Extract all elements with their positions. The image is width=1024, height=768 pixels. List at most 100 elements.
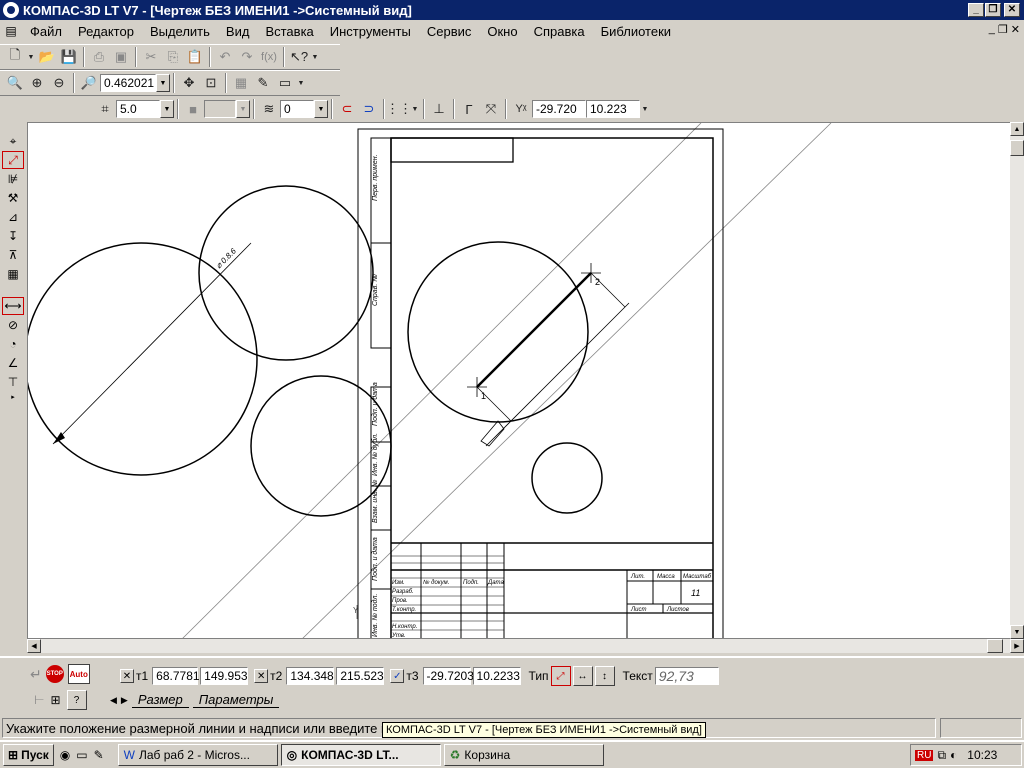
zoom-dropdown-icon[interactable]: ▼ xyxy=(156,74,170,92)
type-vertical-icon[interactable]: ↕ xyxy=(594,666,615,686)
save-icon[interactable]: 💾 xyxy=(58,46,80,68)
layer-input[interactable]: 0 xyxy=(280,100,314,118)
task-word[interactable]: W Лаб раб 2 - Micros... xyxy=(117,744,278,766)
local-cs-icon[interactable]: ⊥ xyxy=(428,98,450,120)
linear-dimension-icon[interactable]: ⟷ xyxy=(2,297,24,315)
tab-params[interactable]: Параметры xyxy=(192,692,280,708)
tab-next-icon[interactable]: ▶ xyxy=(121,695,128,706)
vertical-scrollbar[interactable]: ▲ ▼ xyxy=(1010,122,1024,639)
help-button[interactable]: ? xyxy=(66,690,87,710)
zoom-scale-icon[interactable]: 🔎 xyxy=(78,72,100,94)
mdi-minimize-icon[interactable]: _ xyxy=(989,23,995,36)
scroll-left-icon[interactable]: ◀ xyxy=(27,639,41,653)
grid-view-icon[interactable]: ⊞ xyxy=(50,693,60,707)
start-button[interactable]: ⊞ Пуск xyxy=(3,744,54,766)
menu-insert[interactable]: Вставка xyxy=(257,24,321,39)
spec-tools-icon[interactable]: ▦ xyxy=(2,265,24,283)
radial-dimension-icon[interactable]: ◔ xyxy=(2,335,24,353)
fix-object-icon[interactable]: ⊢ xyxy=(34,693,44,707)
grid-icon[interactable]: ⋮⋮ xyxy=(386,98,412,120)
menu-window[interactable]: Окно xyxy=(479,24,525,39)
t1-x-field[interactable]: 68.7781 xyxy=(152,667,200,685)
zoom-input[interactable]: 0.462021 xyxy=(100,74,156,92)
back-arrow-icon[interactable]: ↵ xyxy=(30,666,42,683)
function-icon[interactable]: f(x) xyxy=(258,46,280,68)
open-icon[interactable]: 📂 xyxy=(36,46,58,68)
height-dimension-icon[interactable]: ⊤ xyxy=(2,373,24,391)
magnet-icon[interactable]: ⊃ xyxy=(358,98,380,120)
vertical-scroll-thumb[interactable] xyxy=(1010,140,1024,156)
step-dropdown-icon[interactable]: ▼ xyxy=(160,100,174,118)
layer-combo[interactable]: 0 ▼ xyxy=(280,100,328,118)
toolbar-more-icon[interactable]: ▼ xyxy=(640,98,650,120)
more-tools-icon[interactable]: ▸ xyxy=(2,392,24,402)
auto-button[interactable]: Auto xyxy=(67,664,90,684)
new-dropdown-icon[interactable]: ▼ xyxy=(26,46,36,68)
zoom-combo[interactable]: 0.462021 ▼ xyxy=(100,74,170,92)
diameter-dimension-icon[interactable]: ⊘ xyxy=(2,316,24,334)
menu-view[interactable]: Вид xyxy=(218,24,258,39)
menu-select[interactable]: Выделить xyxy=(142,24,218,39)
paste-icon[interactable]: 📋 xyxy=(184,46,206,68)
style-icon[interactable]: ■ xyxy=(182,98,204,120)
menu-service[interactable]: Сервис xyxy=(419,24,480,39)
edit-tools-icon[interactable]: ⚒ xyxy=(2,189,24,207)
dimension-text-field[interactable]: 92,73 xyxy=(654,667,719,685)
scroll-down-icon[interactable]: ▼ xyxy=(1010,625,1024,639)
horizontal-scroll-thumb[interactable] xyxy=(987,639,1003,653)
cursor-snap-icon[interactable]: ⤧ xyxy=(480,98,502,120)
snap-icon[interactable]: ⊂ xyxy=(336,98,358,120)
t2-y-field[interactable]: 215.523 xyxy=(336,667,385,685)
parametric-tools-icon[interactable]: ⊿ xyxy=(2,208,24,226)
context-help-icon[interactable]: ↖? xyxy=(288,46,310,68)
step-input[interactable]: 5.0 xyxy=(116,100,160,118)
undo-icon[interactable]: ↶ xyxy=(214,46,236,68)
grid-dropdown-icon[interactable]: ▼ xyxy=(410,98,420,120)
cut-icon[interactable]: ✂ xyxy=(140,46,162,68)
kompas-app-icon[interactable] xyxy=(3,2,19,18)
print-icon[interactable]: ⎙ xyxy=(88,46,110,68)
document-icon[interactable]: ▤ xyxy=(0,22,22,40)
step-combo[interactable]: 5.0 ▼ xyxy=(116,100,174,118)
t2-lock-icon[interactable]: ✕ xyxy=(254,669,269,683)
t1-y-field[interactable]: 149.953 xyxy=(200,667,249,685)
t3-y-field[interactable]: 10.2233 xyxy=(472,667,521,685)
task-kompas[interactable]: ◎ КОМПАС-3D LT... xyxy=(280,744,441,766)
drawing-canvas[interactable]: Перв. примен. Справ. № Подп. и дата Инв.… xyxy=(27,122,1011,639)
scroll-up-icon[interactable]: ▲ xyxy=(1010,122,1024,136)
pan-icon[interactable]: ✥ xyxy=(178,72,200,94)
dimensions-tools-icon[interactable]: ⤢ xyxy=(2,151,24,169)
display-mode-icon[interactable]: ▭ xyxy=(274,72,296,94)
type-horizontal-icon[interactable]: ↔ xyxy=(572,666,593,686)
minimize-button[interactable]: _ xyxy=(968,3,984,17)
style-combo[interactable]: ▼ xyxy=(204,100,250,118)
t2-x-field[interactable]: 134.348 xyxy=(286,667,335,685)
refresh-icon[interactable]: ✎ xyxy=(252,72,274,94)
measure-tools-icon[interactable]: ↧ xyxy=(2,227,24,245)
menu-tools[interactable]: Инструменты xyxy=(322,24,419,39)
ortho-icon[interactable]: Γ xyxy=(458,98,480,120)
regenerate-icon[interactable]: ▦ xyxy=(230,72,252,94)
angular-dimension-icon[interactable]: ∠ xyxy=(2,354,24,372)
cursor-y-field[interactable]: 10.223 xyxy=(586,100,640,118)
layers-icon[interactable]: ≋ xyxy=(258,98,280,120)
style-dropdown-icon[interactable]: ▼ xyxy=(236,100,250,118)
symbols-tools-icon[interactable]: ⊯ xyxy=(2,170,24,188)
horizontal-scrollbar[interactable]: ◀ ▶ xyxy=(27,639,1024,653)
quicklaunch-tool-icon[interactable]: ✎ xyxy=(94,748,104,762)
task-recycle[interactable]: ♻ Корзина xyxy=(443,744,604,766)
layer-dropdown-icon[interactable]: ▼ xyxy=(314,100,328,118)
type-aligned-icon[interactable]: ⤢ xyxy=(550,666,571,686)
copy-icon[interactable]: ⎘ xyxy=(162,46,184,68)
grid-step-icon[interactable]: ⌗ xyxy=(94,98,116,120)
t3-x-field[interactable]: -29.7203 xyxy=(422,667,474,685)
volume-icon[interactable]: ◐ xyxy=(950,748,957,762)
zoom-window-icon[interactable]: 🔍 xyxy=(4,72,26,94)
cursor-x-field[interactable]: -29.720 xyxy=(532,100,586,118)
select-tools-icon[interactable]: ⊼ xyxy=(2,246,24,264)
menu-help[interactable]: Справка xyxy=(526,24,593,39)
network-icon[interactable]: ⧉ xyxy=(937,748,946,763)
language-indicator[interactable]: RU xyxy=(915,749,934,761)
zoom-out-icon[interactable]: ⊖ xyxy=(48,72,70,94)
tab-size[interactable]: Размер xyxy=(131,692,189,708)
